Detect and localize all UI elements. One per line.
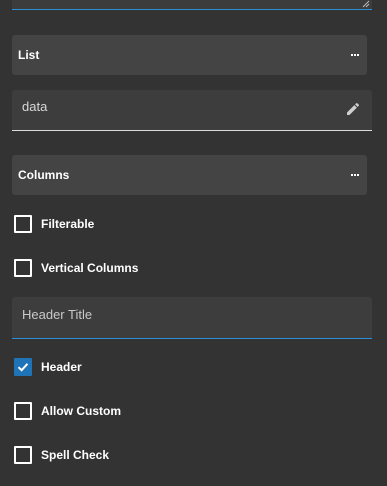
allow-custom-checkbox[interactable] [14,402,32,420]
columns-section-title: Columns [18,168,70,182]
header-option[interactable]: Header [14,357,82,377]
top-textarea[interactable] [12,0,372,10]
header-title-placeholder: Header Title [22,307,93,322]
columns-section-header[interactable]: Columns [12,155,367,195]
allow-custom-option[interactable]: Allow Custom [14,401,121,421]
pencil-icon[interactable] [345,101,361,117]
resize-grip-icon[interactable] [362,0,370,8]
vertical-columns-checkbox[interactable] [14,259,32,277]
checkmark-icon [17,363,29,372]
data-field-value: data [22,99,48,114]
spell-check-option[interactable]: Spell Check [14,445,109,465]
list-section-header[interactable]: List [12,35,367,75]
vertical-columns-label[interactable]: Vertical Columns [41,261,138,275]
header-label[interactable]: Header [41,360,82,374]
more-horizontal-icon[interactable] [351,50,359,60]
filterable-checkbox[interactable] [14,215,32,233]
properties-panel: List data Columns Filterable Vertical Co… [0,0,387,486]
allow-custom-label[interactable]: Allow Custom [41,404,121,418]
spell-check-checkbox[interactable] [14,446,32,464]
spell-check-label[interactable]: Spell Check [41,448,109,462]
data-field[interactable]: data [12,90,372,131]
filterable-label[interactable]: Filterable [41,217,94,231]
filterable-option[interactable]: Filterable [14,214,94,234]
header-checkbox[interactable] [14,358,32,376]
list-section-title: List [18,48,40,62]
vertical-columns-option[interactable]: Vertical Columns [14,258,138,278]
header-title-field[interactable]: Header Title [12,297,372,339]
more-horizontal-icon[interactable] [351,170,359,180]
